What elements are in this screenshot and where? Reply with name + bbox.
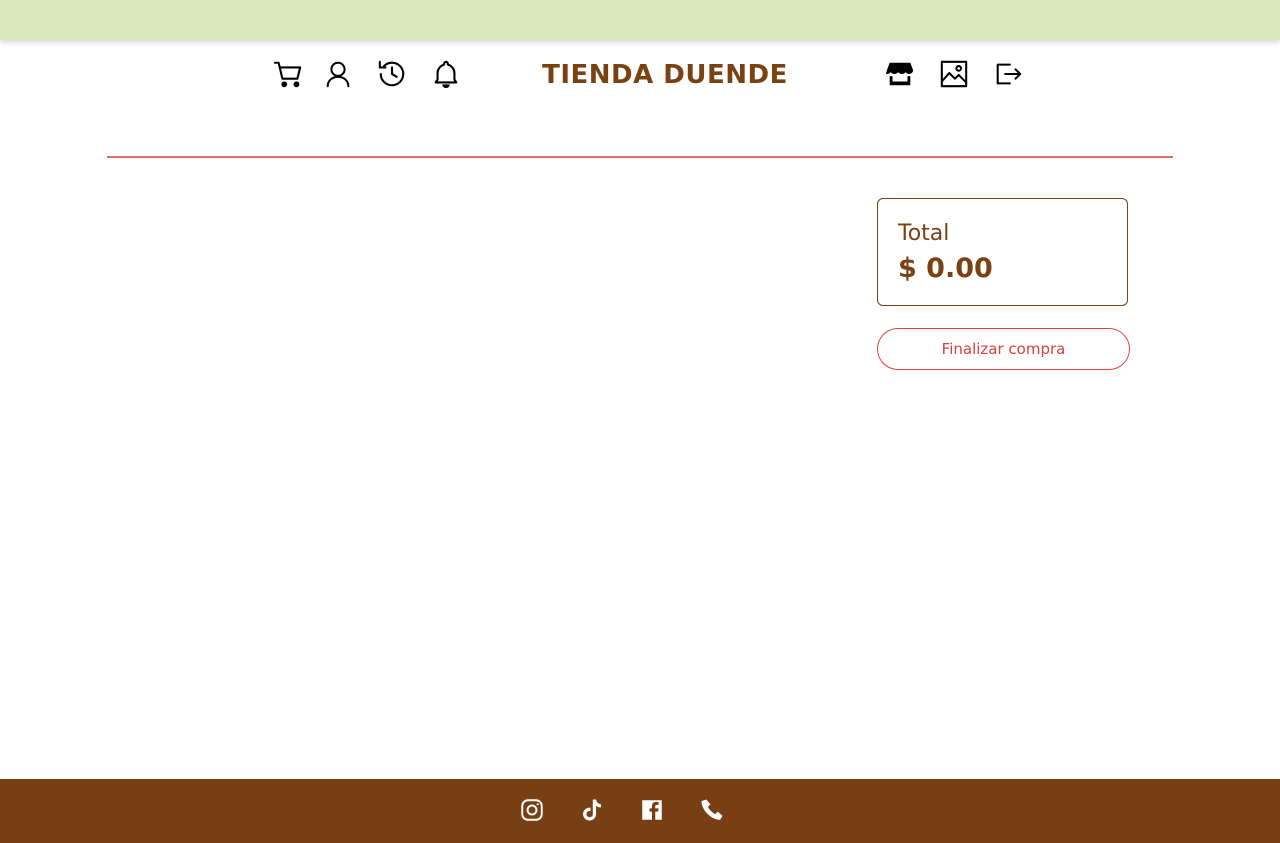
- bell-icon[interactable]: [430, 58, 462, 90]
- footer: [0, 779, 1280, 843]
- total-card: Total $ 0.00: [877, 198, 1128, 306]
- brand-title[interactable]: TIENDA DUENDE: [520, 60, 810, 90]
- total-value: $ 0.00: [898, 253, 993, 284]
- store-icon[interactable]: [884, 58, 916, 90]
- header-divider: [107, 156, 1173, 158]
- logout-icon[interactable]: [992, 58, 1024, 90]
- instagram-icon[interactable]: [517, 795, 547, 825]
- checkout-button[interactable]: Finalizar compra: [877, 328, 1130, 370]
- cart-icon[interactable]: [272, 58, 304, 90]
- phone-icon[interactable]: [697, 795, 727, 825]
- top-banner: [0, 0, 1280, 40]
- facebook-icon[interactable]: [637, 795, 667, 825]
- tiktok-icon[interactable]: [577, 795, 607, 825]
- gallery-icon[interactable]: [938, 58, 970, 90]
- user-icon[interactable]: [322, 58, 354, 90]
- total-label: Total: [898, 221, 950, 246]
- history-icon[interactable]: [376, 58, 408, 90]
